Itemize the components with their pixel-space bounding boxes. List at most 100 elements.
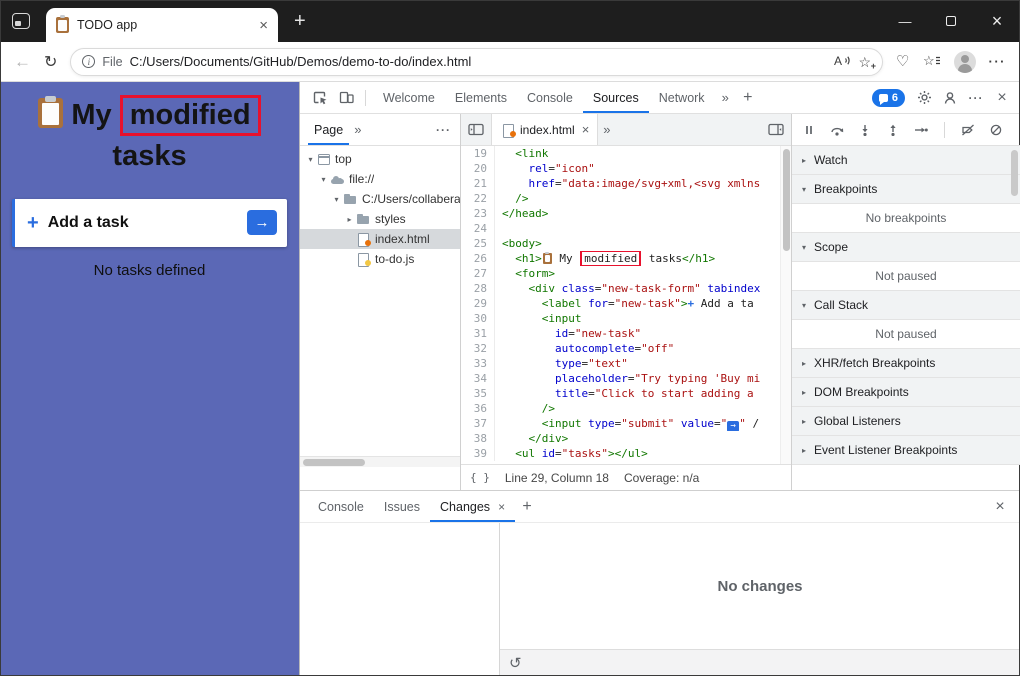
section-breakpoints[interactable]: ▾Breakpoints xyxy=(792,175,1020,204)
revert-icon[interactable]: ↺ xyxy=(509,656,522,671)
tree-item-index-html[interactable]: index.html xyxy=(300,229,460,249)
browser-window: TODO app × + — × ← ↻ i File C:/Users/Doc… xyxy=(0,0,1020,676)
devtools-menu-icon[interactable]: ··· xyxy=(964,86,988,110)
devtools-tab-welcome[interactable]: Welcome xyxy=(373,82,445,113)
issues-counter-badge[interactable]: 6 xyxy=(872,89,905,107)
pause-on-exceptions-icon[interactable] xyxy=(986,118,1006,142)
more-tabs-icon[interactable]: » xyxy=(717,90,734,105)
section-event-listener-breakpoints[interactable]: ▸Event Listener Breakpoints xyxy=(792,436,1020,465)
pretty-print-button[interactable]: { } xyxy=(470,471,490,484)
scrollbar-thumb[interactable] xyxy=(303,459,365,466)
section-dom-breakpoints[interactable]: ▸DOM Breakpoints xyxy=(792,378,1020,407)
navigator-menu-icon[interactable]: ··· xyxy=(436,123,460,137)
minimize-button[interactable]: — xyxy=(882,0,928,42)
new-tab-button[interactable]: + xyxy=(294,11,306,31)
refresh-icon[interactable]: ↻ xyxy=(44,52,57,72)
code-line-33: 33 type="text" xyxy=(461,356,780,371)
step-icon[interactable] xyxy=(911,118,931,142)
clipboard-icon xyxy=(38,98,63,128)
devtools-close-icon[interactable]: × xyxy=(990,86,1014,110)
window-titlebar: TODO app × + — × xyxy=(0,0,1020,42)
section-global-listeners[interactable]: ▸Global Listeners xyxy=(792,407,1020,436)
sidebar-scrollbar[interactable] xyxy=(1011,150,1018,196)
tree-item-label: styles xyxy=(375,212,406,226)
workspaces-icon[interactable] xyxy=(12,13,30,29)
url-text[interactable]: C:/Users/Documents/GitHub/Demos/demo-to-… xyxy=(130,54,828,69)
editor-pane: index.html × » 19 <link20 rel="icon"21 h… xyxy=(461,114,791,490)
devtools-tab-console[interactable]: Console xyxy=(517,82,583,113)
code-line-text: <link xyxy=(495,146,780,161)
section-label: DOM Breakpoints xyxy=(814,385,909,399)
hide-navigator-icon[interactable] xyxy=(461,118,491,142)
tree-item-top[interactable]: ▾top xyxy=(300,149,460,169)
add-task-form[interactable]: + Add a task → xyxy=(12,199,287,247)
toolbar-divider xyxy=(365,90,366,106)
read-aloud-icon[interactable]: A xyxy=(834,54,851,69)
line-number: 26 xyxy=(461,251,495,266)
drawer-tab-close-icon[interactable]: × xyxy=(498,500,505,514)
feedback-icon[interactable] xyxy=(938,86,962,110)
code-line-text: type="text" xyxy=(495,356,780,371)
editor-tab-close-icon[interactable]: × xyxy=(582,122,590,137)
tab-close-icon[interactable]: × xyxy=(259,18,268,33)
tree-item-file-[interactable]: ▾file:// xyxy=(300,169,460,189)
drawer-tab-issues[interactable]: Issues xyxy=(374,491,430,522)
pause-icon[interactable] xyxy=(799,118,819,142)
tree-item-styles[interactable]: ▸styles xyxy=(300,209,460,229)
browser-essentials-icon[interactable]: ♡ xyxy=(896,54,909,69)
editor-tab-indexhtml[interactable]: index.html × xyxy=(491,114,598,145)
add-task-submit-button[interactable]: → xyxy=(247,210,277,235)
window-close-button[interactable]: × xyxy=(974,0,1020,42)
section-label: Breakpoints xyxy=(814,182,877,196)
add-favorite-icon[interactable]: ☆+ xyxy=(858,55,871,69)
navigator-tab-page[interactable]: Page xyxy=(308,114,349,145)
back-icon[interactable]: ← xyxy=(14,52,31,72)
url-field[interactable]: i File C:/Users/Documents/GitHub/Demos/d… xyxy=(70,48,883,76)
step-into-icon[interactable] xyxy=(855,118,875,142)
code-line-25: 25<body> xyxy=(461,236,780,251)
favorites-icon[interactable]: ☆ xyxy=(923,53,941,70)
section-xhr-fetch-breakpoints[interactable]: ▸XHR/fetch Breakpoints xyxy=(792,349,1020,378)
section-call-stack[interactable]: ▾Call Stack xyxy=(792,291,1020,320)
section-watch[interactable]: ▸Watch xyxy=(792,146,1020,175)
drawer-close-icon[interactable]: × xyxy=(988,495,1012,519)
devtools-tab-network[interactable]: Network xyxy=(649,82,715,113)
step-out-icon[interactable] xyxy=(883,118,903,142)
deactivate-breakpoints-icon[interactable] xyxy=(958,118,978,142)
code-lines: 19 <link20 rel="icon"21 href="data:image… xyxy=(461,146,780,464)
line-number: 36 xyxy=(461,401,495,416)
more-tools-button[interactable]: + xyxy=(736,86,760,110)
navigator-pane: Page » ··· ▾top▾file://▾C:/Users/collabe… xyxy=(300,114,461,490)
drawer-tab-changes[interactable]: Changes× xyxy=(430,491,515,522)
add-drawer-tab-button[interactable]: + xyxy=(515,495,539,519)
navigator-horizontal-scrollbar[interactable] xyxy=(300,456,460,467)
js-file-icon xyxy=(357,253,370,265)
settings-gear-icon[interactable] xyxy=(912,86,936,110)
add-task-label[interactable]: Add a task xyxy=(48,214,247,232)
code-editor[interactable]: 19 <link20 rel="icon"21 href="data:image… xyxy=(461,146,791,464)
editor-vertical-scrollbar[interactable] xyxy=(780,146,791,464)
show-sidebar-icon[interactable] xyxy=(761,118,791,142)
profile-avatar[interactable] xyxy=(954,51,976,73)
tree-item-c-users-collabera[interactable]: ▾C:/Users/collabera xyxy=(300,189,460,209)
section-label: XHR/fetch Breakpoints xyxy=(814,356,935,370)
step-over-icon[interactable] xyxy=(827,118,847,142)
browser-tab[interactable]: TODO app × xyxy=(46,8,278,42)
more-editor-tabs-icon[interactable]: » xyxy=(598,122,615,137)
devtools-tab-sources[interactable]: Sources xyxy=(583,82,649,113)
device-toolbar-icon[interactable] xyxy=(334,86,358,110)
more-navigator-tabs-icon[interactable]: » xyxy=(349,122,366,137)
scrollbar-thumb[interactable] xyxy=(783,149,790,251)
tree-item-to-do-js[interactable]: to-do.js xyxy=(300,249,460,269)
browser-menu-icon[interactable]: ··· xyxy=(989,55,1007,68)
info-icon[interactable]: i xyxy=(82,55,95,68)
maximize-button[interactable] xyxy=(928,0,974,42)
editor-status-bar: { } Line 29, Column 18 Coverage: n/a xyxy=(461,464,791,490)
section-scope[interactable]: ▾Scope xyxy=(792,233,1020,262)
code-line-36: 36 /> xyxy=(461,401,780,416)
inspect-icon[interactable] xyxy=(308,86,332,110)
drawer-tab-console[interactable]: Console xyxy=(308,491,374,522)
changes-diff-pane: No changes ↺ xyxy=(500,523,1020,676)
devtools-tab-elements[interactable]: Elements xyxy=(445,82,517,113)
tab-title: TODO app xyxy=(77,18,251,32)
